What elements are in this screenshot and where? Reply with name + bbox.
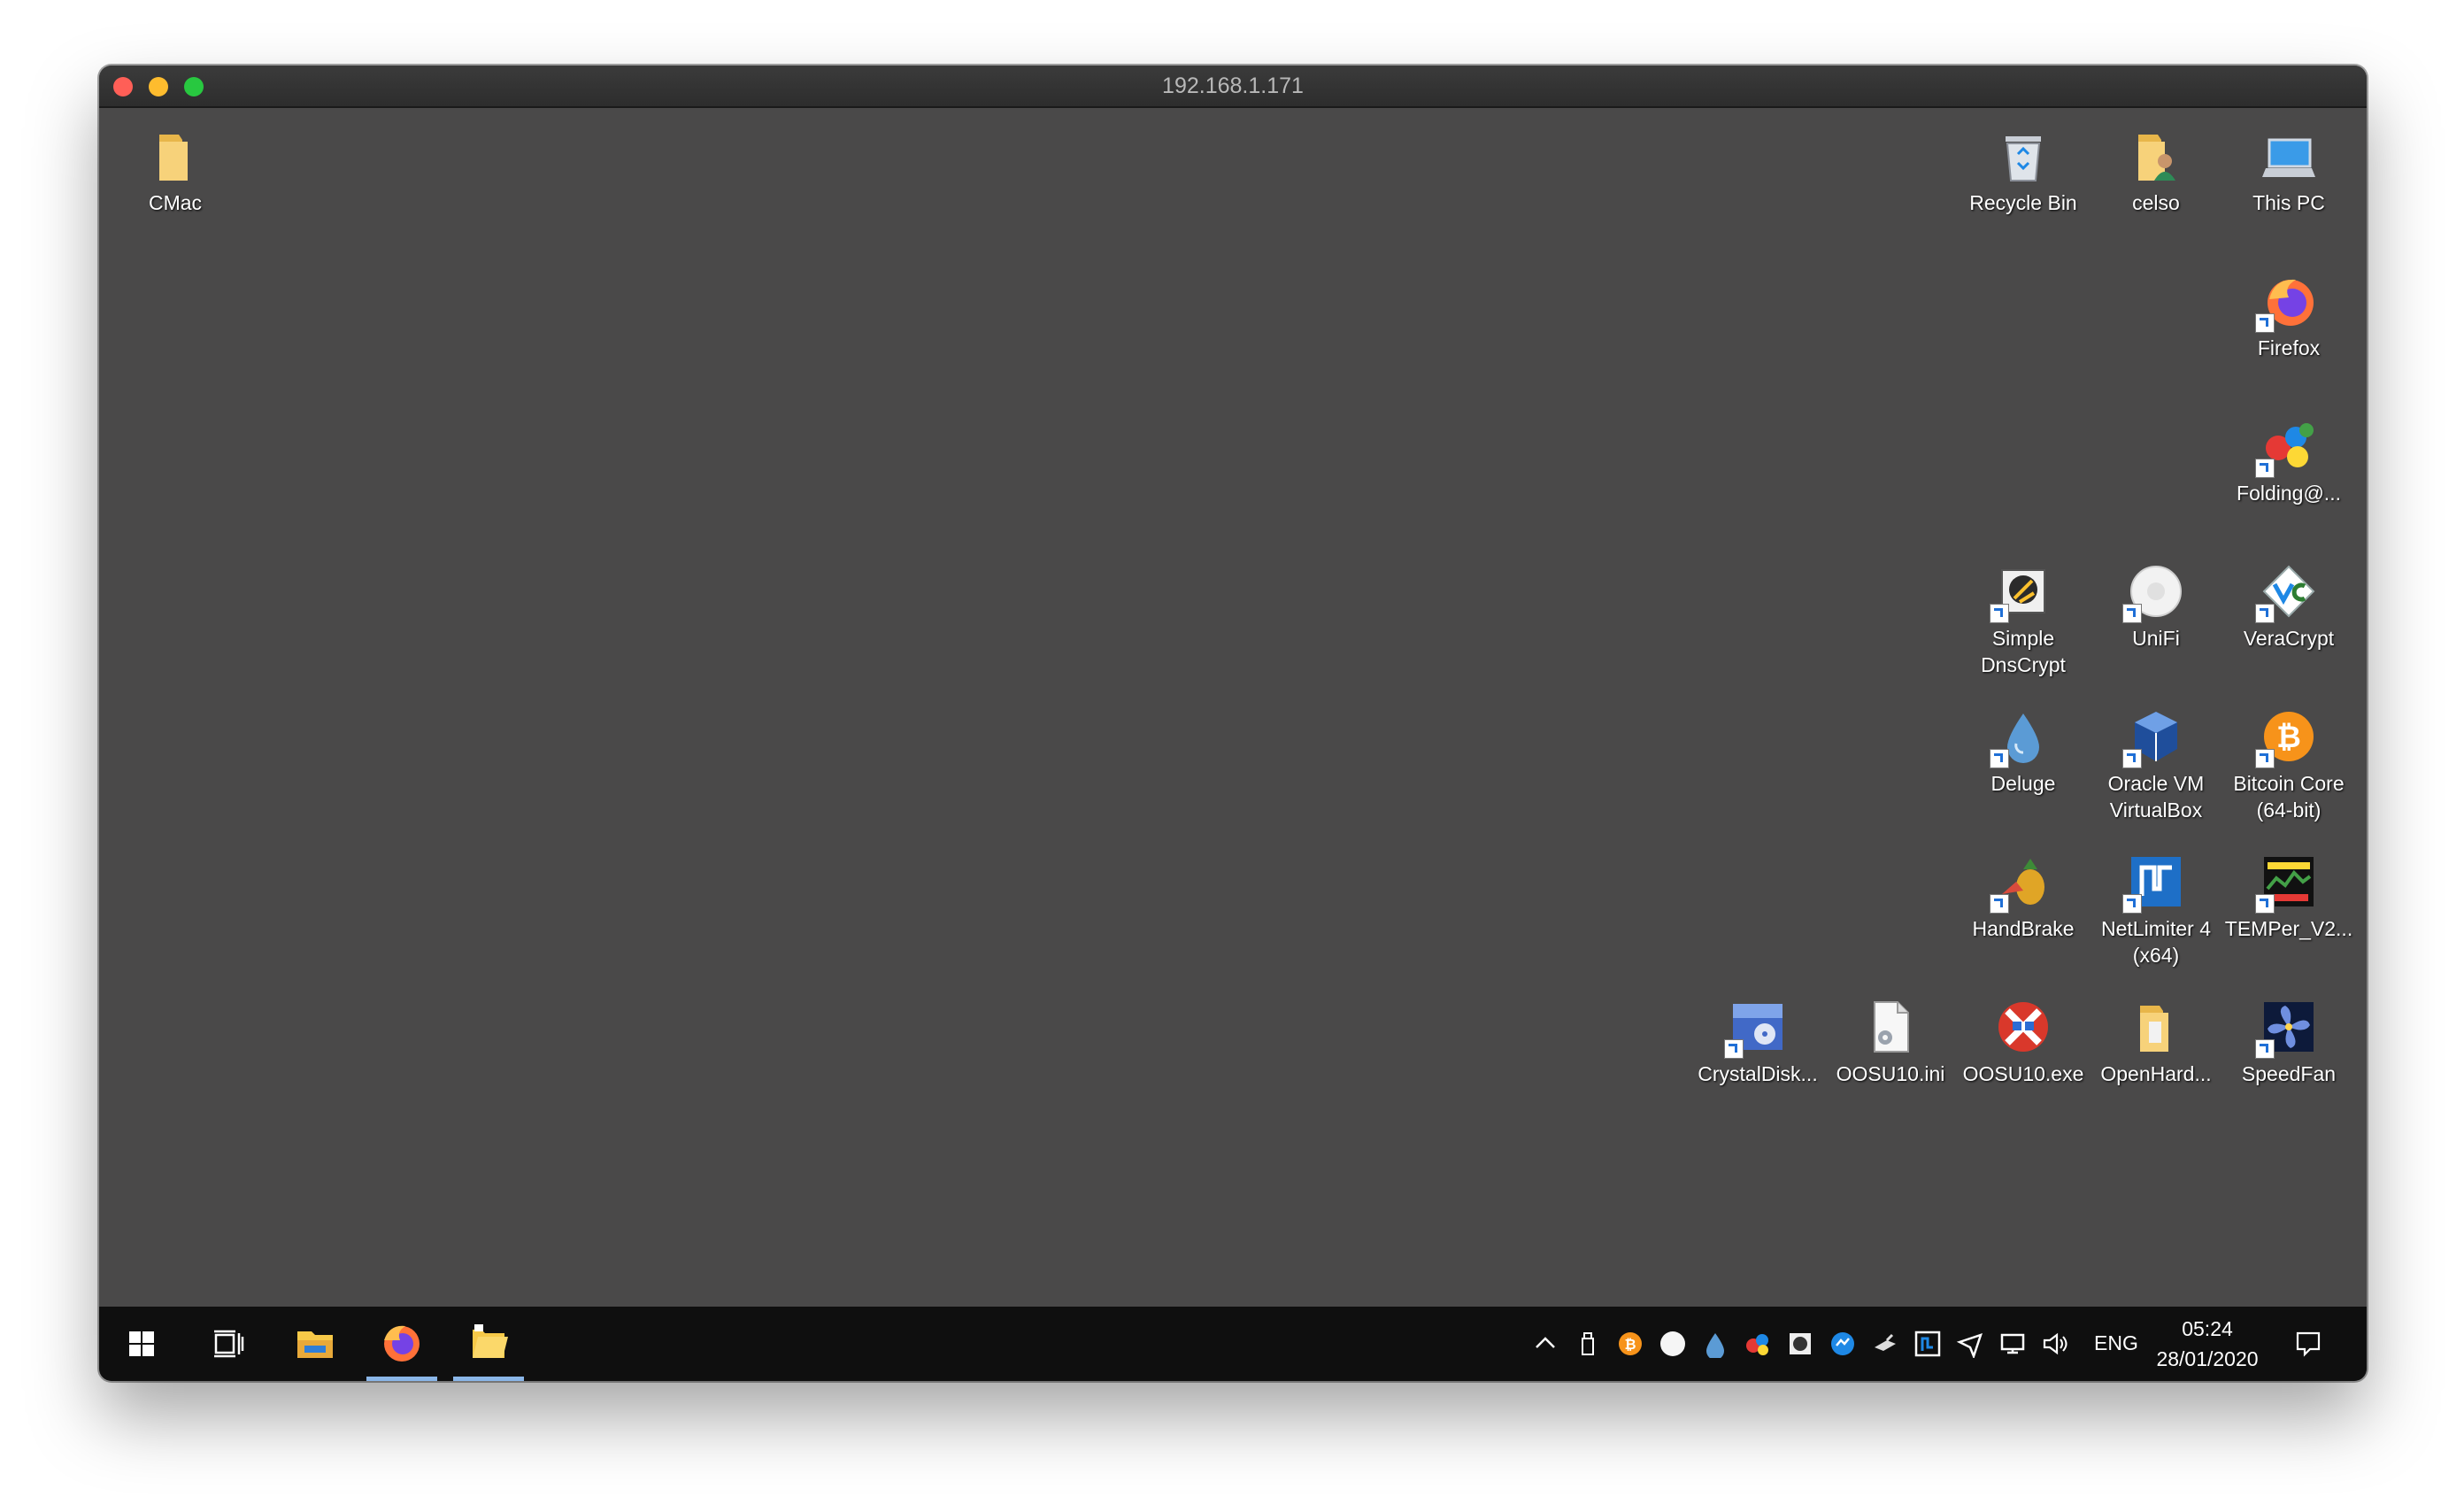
folder-app-taskbar-button[interactable] [451,1307,526,1381]
desktop-icon-crystaldisk[interactable]: CrystalDisk... [1689,986,1827,1119]
desktop-icon-label: Simple DnsCrypt [1981,627,2066,676]
recycle-bin-icon [2006,136,2041,181]
firefox-icon [384,1325,420,1362]
desktop-icon-bitcoin-core[interactable]: ₿ Bitcoin Core (64-bit) [2220,696,2358,829]
desktop-icon-unifi[interactable]: UniFi [2087,551,2225,683]
deluge-tray-icon[interactable] [1701,1330,1729,1358]
netlimiter-monitor-icon[interactable] [1829,1330,1857,1358]
shortcut-arrow-icon [2255,1039,2275,1059]
desktop-icon-veracrypt[interactable]: VeraCrypt [2220,551,2358,683]
desktop-icon-oosu10-ini[interactable]: OOSU10.ini [1821,986,1960,1119]
desktop-icon-label: NetLimiter 4 (x64) [2101,917,2211,967]
desktop-icon-label: TEMPer_V2... [2224,917,2353,940]
desktop-icon-this-pc[interactable]: This PC [2220,115,2358,248]
shortcut-arrow-icon [1724,1039,1744,1059]
netlimiter-tray-icon[interactable] [1913,1330,1942,1358]
shortcut-arrow-icon [2255,749,2275,768]
title-bar[interactable]: 192.168.1.171 [99,66,2367,108]
desktop-icon-label: HandBrake [1972,917,2075,940]
shortcut-arrow-icon [2255,894,2275,914]
desktop-icon-cmac[interactable]: CMac [106,115,244,248]
clock-date: 28/01/2020 [2156,1347,2259,1370]
firefox-taskbar-button[interactable] [365,1307,439,1381]
desktop-icon-temper[interactable]: TEMPer_V2... [2220,841,2358,974]
usb-device-icon[interactable] [1871,1330,1899,1358]
start-button[interactable] [104,1307,179,1381]
folder-icon [159,135,188,181]
bitcoin-tray-icon[interactable]: ₿ [1616,1330,1644,1358]
desktop-icon-label: CMac [148,191,203,214]
window-title: 192.168.1.171 [1162,73,1304,98]
desktop-icon-folding[interactable]: Folding@... [2220,405,2358,538]
shortcut-arrow-icon [1990,894,2009,914]
file-explorer-icon [297,1331,333,1358]
airplane-icon[interactable] [1956,1330,1984,1358]
ini-file-icon [1874,1001,1909,1053]
desktop-icon-label: Bitcoin Core (64-bit) [2233,772,2345,822]
windows-logo-icon [129,1331,154,1356]
desktop-icon-virtualbox[interactable]: Oracle VM VirtualBox [2087,696,2225,829]
desktop-icon-label: CrystalDisk... [1698,1062,1818,1085]
clock-time: 05:24 [2182,1317,2233,1340]
folding-tray-icon[interactable] [1744,1330,1772,1358]
desktop-icon-label: Folding@... [2237,482,2341,505]
desktop-icon-deluge[interactable]: Deluge [1954,696,2092,829]
desktop-icon-label: Recycle Bin [1969,191,2077,214]
clock[interactable]: 05:24 28/01/2020 [2152,1314,2262,1374]
desktop-icon-openhardware[interactable]: OpenHard... [2087,986,2225,1119]
desktop-icon-netlimiter[interactable]: NetLimiter 4 (x64) [2087,841,2225,974]
active-indicator [453,1377,524,1381]
desktop-icon-handbrake[interactable]: HandBrake [1954,841,2092,974]
shortcut-arrow-icon [1990,749,2009,768]
task-view-button[interactable] [191,1307,266,1381]
desktop-icon-label: Oracle VM VirtualBox [2107,772,2205,822]
desktop-icon-label: OOSU10.exe [1962,1062,2084,1085]
desktop-icon-label: VeraCrypt [2243,627,2335,650]
desktop-icon-speedfan[interactable]: SpeedFan [2220,986,2358,1119]
desktop-icon-label: Deluge [1990,772,2056,795]
volume-icon[interactable] [2041,1330,2069,1358]
desktop-icon-label: UniFi [2132,627,2180,650]
shortcut-arrow-icon [2255,604,2275,623]
simplednscrypt-tray-icon[interactable] [1786,1330,1814,1358]
shortcut-arrow-icon [1990,604,2009,623]
unifi-tray-icon[interactable] [1659,1330,1687,1358]
desktop: CMac Recycle Bin celso This PC Firefox F… [99,108,2367,1307]
folder-app-icon [473,1324,508,1358]
taskbar: ₿ ENG 05:24 28/01/2020 [99,1307,2367,1381]
openhardware-folder-icon [2140,1006,2168,1052]
desktop-icon-label: SpeedFan [2241,1062,2337,1085]
desktop-icon-recycle-bin[interactable]: Recycle Bin [1954,115,2092,248]
desktop-icon-celso[interactable]: celso [2087,115,2225,248]
active-indicator [366,1377,437,1381]
shortcut-arrow-icon [2122,604,2142,623]
shortcut-arrow-icon [2122,894,2142,914]
desktop-icon-firefox[interactable]: Firefox [2220,260,2358,393]
remote-desktop-window: 192.168.1.171 CMac Recycle Bin celso Thi… [99,66,2367,1381]
user-folder-icon [2138,135,2175,181]
desktop-icon-label: OpenHard... [2100,1062,2212,1085]
svg-text:₿: ₿ [2276,720,2301,755]
input-language-indicator[interactable]: ENG [2094,1331,2138,1355]
desktop-icon-label: OOSU10.ini [1836,1062,1945,1085]
desktop-icon-label: Firefox [2257,336,2321,359]
desktop-icon-label: This PC [2252,191,2325,214]
shortcut-arrow-icon [2255,459,2275,478]
desktop-icon-oosu10-exe[interactable]: OOSU10.exe [1954,986,2092,1119]
shortcut-arrow-icon [2122,749,2142,768]
svg-text:₿: ₿ [1624,1336,1636,1353]
oosu10-icon [1998,1002,2048,1052]
desktop-icon-simple-dnscrypt[interactable]: Simple DnsCrypt [1954,551,2092,683]
notifications-icon[interactable] [2294,1330,2322,1358]
usb-drive-icon[interactable] [1574,1330,1602,1358]
task-view-icon [214,1330,244,1358]
computer-icon [2262,138,2315,177]
desktop-icon-label: celso [2132,191,2180,214]
network-icon[interactable] [1998,1330,2027,1358]
chevron-up-icon[interactable] [1531,1330,1559,1358]
shortcut-arrow-icon [2255,313,2275,333]
file-explorer-button[interactable] [278,1307,352,1381]
